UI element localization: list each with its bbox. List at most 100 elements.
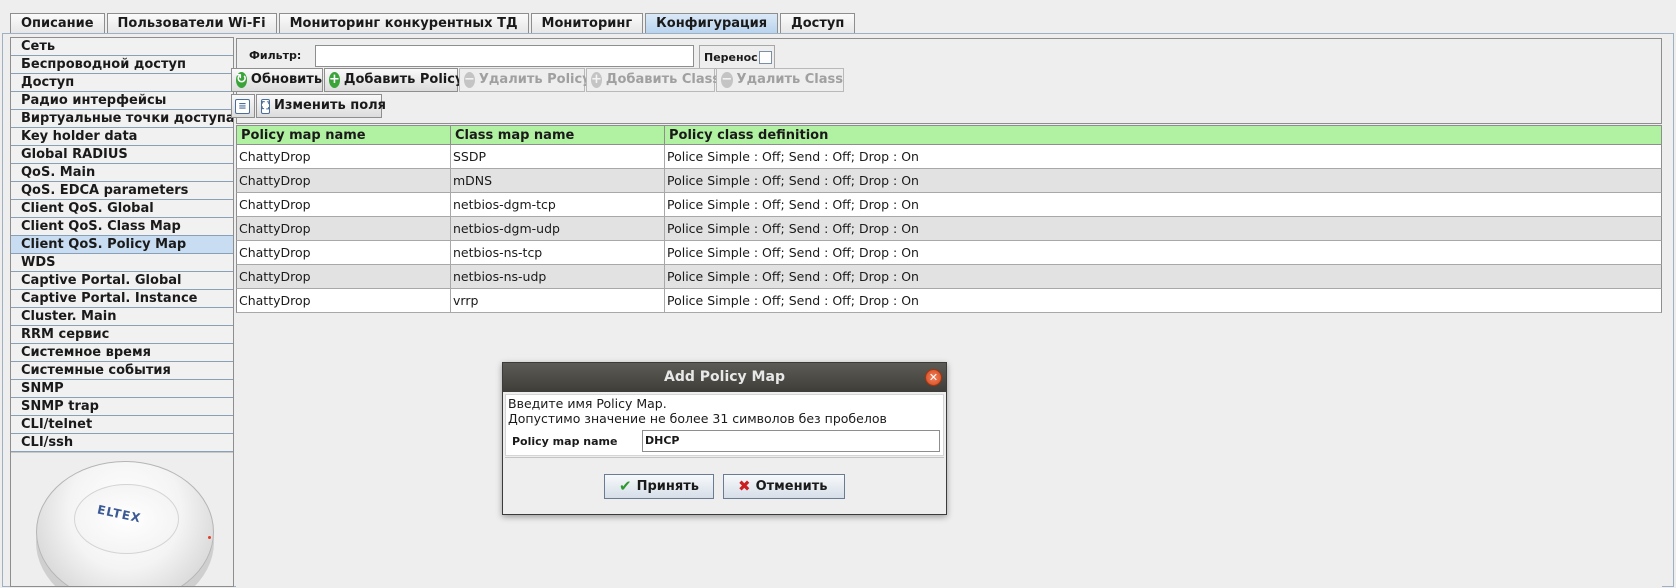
add-class-button[interactable]: + Добавить Class [586, 68, 720, 92]
table-row[interactable]: ChattyDrop netbios-dgm-tcp Police Simple :… [236, 193, 1662, 217]
sidebar-item[interactable]: Системное время [11, 344, 233, 362]
wrap-toggle: Перенос [699, 45, 775, 69]
table-cell: Police Simple : Off; Send : Off; Drop : … [667, 245, 919, 260]
table-cell: Police Simple : Off; Send : Off; Drop : … [667, 149, 919, 164]
access-point-image: ELTEX [36, 461, 214, 586]
table-cell: netbios-ns-udp [451, 265, 665, 288]
sidebar-item[interactable]: Системные события [11, 362, 233, 380]
table-row[interactable]: ChattyDrop netbios-ns-udp Police Simple : … [236, 265, 1662, 289]
table-row[interactable]: ChattyDrop netbios-dgm-udp Police Simple :… [236, 217, 1662, 241]
add-icon: + [591, 72, 602, 88]
policy-map-table: Policy map name Class map name Policy cl… [236, 125, 1662, 588]
sidebar-list: Сеть Беспроводной доступ Доступ Радио интер… [11, 38, 233, 452]
column-header[interactable]: Policy map name [237, 126, 451, 144]
dialog-title-bar[interactable]: Add Policy Map ✕ [503, 363, 946, 392]
cross-icon: ✖ [738, 477, 751, 495]
tab-wifi-users[interactable]: Пользователи Wi-Fi [106, 13, 277, 33]
table-cell: ChattyDrop [237, 193, 451, 216]
table-cell: Police Simple : Off; Send : Off; Drop : … [667, 269, 919, 284]
delete-class-button[interactable]: − Удалить Class [716, 68, 844, 92]
table-cell: netbios-dgm-udp [451, 217, 665, 240]
delete-policy-button[interactable]: − Удалить Policy [459, 68, 591, 92]
wrap-checkbox[interactable] [759, 51, 772, 64]
table-cell: Police Simple : Off; Send : Off; Drop : … [667, 293, 919, 308]
table-cell: netbios-dgm-tcp [451, 193, 665, 216]
sidebar-item[interactable]: CLI/ssh [11, 434, 233, 452]
refresh-button[interactable]: ↻ Обновить [231, 68, 323, 92]
policy-map-name-label: Policy map name [512, 435, 618, 448]
add-policy-label: Добавить Policy [343, 72, 464, 87]
tab-monitoring[interactable]: Мониторинг [530, 13, 644, 33]
table-cell: Police Simple : Off; Send : Off; Drop : … [667, 221, 919, 236]
column-header[interactable]: Policy class definition [665, 126, 1661, 144]
sidebar-item[interactable]: Client QoS. Global [11, 200, 233, 218]
table-row[interactable]: ChattyDrop vrrp Police Simple : Off; Send … [236, 289, 1662, 313]
table-cell: ChattyDrop [237, 289, 451, 312]
table-cell: vrrp [451, 289, 665, 312]
tab-configuration[interactable]: Конфигурация [645, 13, 779, 33]
sidebar-item[interactable]: WDS [11, 254, 233, 272]
close-icon[interactable]: ✕ [925, 369, 942, 386]
sidebar-item[interactable]: SNMP [11, 380, 233, 398]
add-policy-button[interactable]: + Добавить Policy [324, 68, 463, 92]
policy-map-name-input[interactable]: DHCP [642, 430, 940, 452]
filter-input[interactable] [315, 45, 694, 67]
sidebar-item[interactable]: Global RADIUS [11, 146, 233, 164]
sidebar-item[interactable]: Client QoS. Class Map [11, 218, 233, 236]
expand-icon: ⛶ [261, 98, 270, 114]
table-row[interactable]: ChattyDrop netbios-ns-tcp Police Simple : … [236, 241, 1662, 265]
edit-fields-label: Изменить поля [274, 98, 387, 113]
sidebar-item[interactable]: CLI/telnet [11, 416, 233, 434]
dialog-title: Add Policy Map [664, 369, 785, 385]
toolbar-panel: Фильтр: Перенос ↻ Обновить + Добавить Po… [231, 38, 1662, 124]
sidebar-item[interactable]: Беспроводной доступ [11, 56, 233, 74]
columns-list-button[interactable]: ≡ [231, 94, 255, 118]
remove-icon: − [721, 72, 733, 88]
sidebar-item[interactable]: Client QoS. Policy Map [11, 236, 233, 254]
dialog-body: Введите имя Policy Map. Допустимо значен… [505, 394, 944, 456]
status-led [208, 536, 211, 539]
sidebar-item[interactable]: QoS. Main [11, 164, 233, 182]
cancel-button[interactable]: ✖ Отменить [723, 474, 845, 499]
list-icon: ≡ [235, 98, 250, 114]
sidebar-item[interactable]: QoS. EDCA parameters [11, 182, 233, 200]
sidebar-item[interactable]: Виртуальные точки доступа [11, 110, 233, 128]
config-sidebar: Сеть Беспроводной доступ Доступ Радио интер… [10, 37, 234, 587]
sidebar-item[interactable]: Captive Portal. Instance [11, 290, 233, 308]
table-row[interactable]: ChattyDrop mDNS Police Simple : Off; Send … [236, 169, 1662, 193]
accept-button[interactable]: ✔ Принять [604, 474, 714, 499]
table-cell: Police Simple : Off; Send : Off; Drop : … [667, 197, 919, 212]
edit-fields-button[interactable]: ⛶ Изменить поля [256, 94, 386, 118]
table-body: ChattyDrop SSDP Police Simple : Off; Send … [236, 145, 1662, 313]
table-cell: SSDP [451, 145, 665, 168]
sidebar-item[interactable]: SNMP trap [11, 398, 233, 416]
table-header: Policy map name Class map name Policy cl… [236, 125, 1662, 145]
table-cell: Police Simple : Off; Send : Off; Drop : … [667, 173, 919, 188]
delete-class-label: Удалить Class [736, 72, 843, 87]
column-header[interactable]: Class map name [451, 126, 665, 144]
table-cell: ChattyDrop [237, 241, 451, 264]
table-cell: ChattyDrop [237, 145, 451, 168]
refresh-label: Обновить [250, 72, 323, 87]
tab-access[interactable]: Доступ [780, 13, 856, 33]
sidebar-item[interactable]: Key holder data [11, 128, 233, 146]
filter-label: Фильтр: [249, 49, 302, 62]
sidebar-item[interactable]: Cluster. Main [11, 308, 233, 326]
refresh-icon: ↻ [236, 72, 247, 88]
tab-competitor-ap-monitoring[interactable]: Мониторинг конкурентных ТД [278, 13, 529, 33]
sidebar-item[interactable]: Captive Portal. Global [11, 272, 233, 290]
table-cell: mDNS [451, 169, 665, 192]
sidebar-item[interactable]: Радио интерфейсы [11, 92, 233, 110]
eltex-logo: ELTEX [96, 502, 143, 526]
remove-icon: − [464, 72, 475, 88]
table-cell: ChattyDrop [237, 265, 451, 288]
cancel-label: Отменить [755, 479, 828, 494]
sidebar-item[interactable]: Доступ [11, 74, 233, 92]
table-row[interactable]: ChattyDrop SSDP Police Simple : Off; Send … [236, 145, 1662, 169]
sidebar-item[interactable]: Сеть [11, 38, 233, 56]
table-cell: netbios-ns-tcp [451, 241, 665, 264]
wrap-label: Перенос [704, 51, 758, 64]
tab-description[interactable]: Описание [10, 13, 105, 33]
sidebar-item[interactable]: RRM сервис [11, 326, 233, 344]
accept-label: Принять [636, 479, 699, 494]
